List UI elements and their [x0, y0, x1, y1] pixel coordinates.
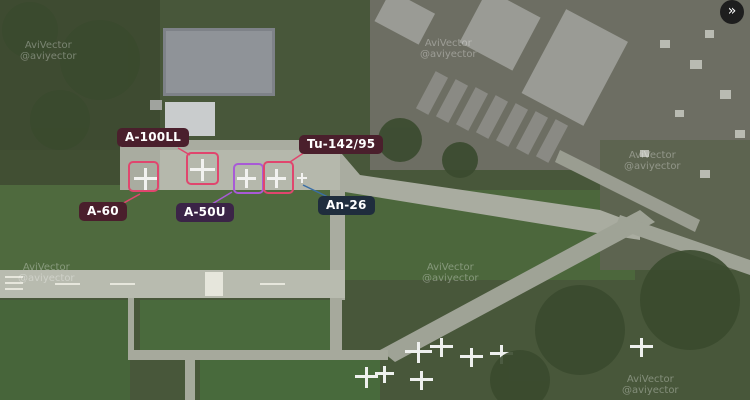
map-imagery — [0, 0, 750, 400]
label-a60[interactable]: A-60 — [79, 202, 127, 221]
aircraft-box-a50u[interactable] — [233, 163, 264, 194]
label-a100ll[interactable]: A-100LL — [117, 128, 190, 147]
watermark: AviVector @aviyector — [420, 38, 477, 60]
watermark: AviVector @aviyector — [20, 40, 77, 62]
aircraft-box-tu142[interactable] — [263, 161, 294, 194]
aircraft-box-a100ll[interactable] — [186, 152, 219, 185]
watermark: AviVector @aviyector — [422, 262, 479, 284]
watermark: AviVector @aviyector — [18, 262, 75, 284]
satellite-map: AviVector @aviyector AviVector @aviyector … — [0, 0, 750, 400]
watermark: AviVector @aviyector — [624, 150, 681, 172]
label-a50u[interactable]: A-50U — [176, 203, 234, 222]
watermark: AviVector @aviyector — [622, 374, 679, 396]
label-an26[interactable]: An-26 — [318, 196, 375, 215]
aircraft-box-a60[interactable] — [128, 161, 159, 192]
expand-button[interactable]: » — [720, 0, 744, 24]
label-tu142[interactable]: Tu-142/95 — [299, 135, 384, 154]
